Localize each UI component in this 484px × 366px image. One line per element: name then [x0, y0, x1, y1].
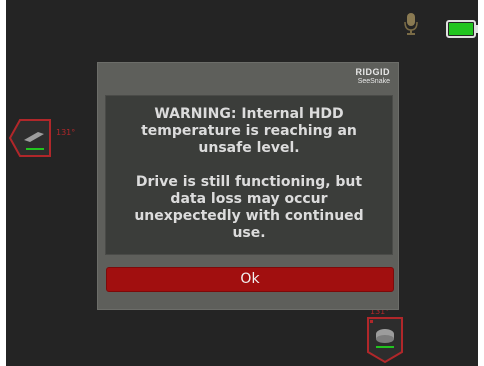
camera-head-icon	[367, 317, 403, 364]
brand-name: RIDGID	[355, 67, 390, 77]
brand-logo: RIDGID SeeSnake	[355, 67, 391, 86]
message-panel: WARNING: Internal HDD temperature is rea…	[105, 95, 393, 255]
warning-dialog: RIDGID SeeSnake WARNING: Internal HDD te…	[97, 62, 399, 310]
microphone-icon	[404, 13, 418, 35]
brand-product: SeeSnake	[357, 78, 390, 85]
device-screen: 131° 131° RIDGID SeeSnake WARNING: Inter…	[6, 0, 478, 366]
battery-icon	[446, 20, 478, 38]
warning-message: WARNING: Internal HDD temperature is rea…	[141, 106, 357, 156]
left-badge-label: 131°	[56, 128, 76, 137]
camera-head-icon	[8, 119, 51, 157]
detail-message: Drive is still functioning, but data los…	[134, 174, 364, 241]
ok-button[interactable]: Ok	[106, 267, 394, 292]
